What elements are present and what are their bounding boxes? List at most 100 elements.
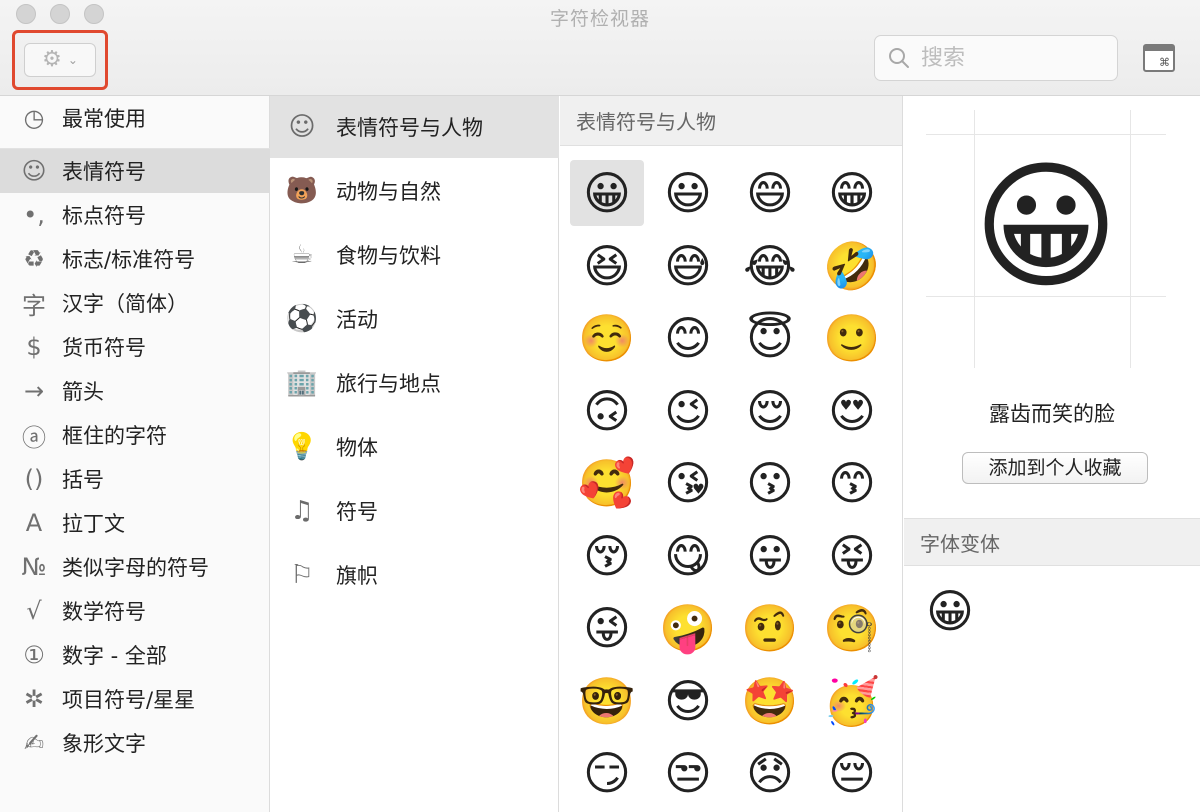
character-viewer-window: 字符检视器 ⚙ ⌄ ⌘ ◷ 最常使用 ☺ 表情符号 (0, 0, 1200, 812)
emoji-grid-pane: 表情符号与人物 😀 😃 😄 😁 😆 😅 😂 🤣 ☺️ 😊 😇 🙂 🙃 😉 😌 😍 🥰 😘 😗 😙 😚 😋 😛 😝 😜 🤪 🤨 🧐 🤓 😎 🤩… (560, 96, 903, 812)
emoji-cell[interactable]: ☺️ (570, 305, 644, 371)
category-flags[interactable]: ⚐ 旗帜 (270, 544, 559, 606)
sidebar-item-label: 拉丁文 (62, 512, 125, 536)
emoji-cell[interactable]: 😄 (733, 160, 807, 226)
punctuation-icon: •, (23, 201, 45, 229)
sidebar-item-pictographs[interactable]: ✍ 象形文字 (0, 721, 270, 765)
arrow-icon: → (23, 377, 45, 405)
add-to-favorites-button[interactable]: 添加到个人收藏 (962, 452, 1148, 484)
emoji-cell[interactable]: 😍 (815, 378, 889, 444)
circled-one-icon: ① (23, 641, 45, 669)
emoji-cell[interactable]: 😒 (651, 740, 725, 806)
emoji-cell[interactable]: 😇 (733, 305, 807, 371)
emoji-cell[interactable]: 😝 (815, 523, 889, 589)
emoji-cell[interactable]: 😋 (651, 523, 725, 589)
emoji-cell[interactable]: 😏 (570, 740, 644, 806)
category-symbols[interactable]: ♫ 符号 (270, 480, 559, 542)
sidebar-item-brackets[interactable]: () 括号 (0, 457, 270, 501)
emoji-cell[interactable]: 🤓 (570, 668, 644, 734)
flag-icon: ⚐ (290, 560, 314, 590)
emoji-cell[interactable]: 🧐 (815, 595, 889, 661)
category-travel-places[interactable]: 🏢 旅行与地点 (270, 352, 559, 414)
search-input[interactable] (921, 45, 1091, 71)
smiley-icon: ☺ (288, 112, 316, 142)
sidebar-item-latin[interactable]: A 拉丁文 (0, 501, 270, 545)
preview-emoji: 😀 (973, 146, 1119, 309)
emoji-cell[interactable]: 😃 (651, 160, 725, 226)
sidebar-item-bullets[interactable]: ✲ 项目符号/星星 (0, 677, 270, 721)
chevron-down-icon: ⌄ (67, 53, 78, 67)
emoji-cell[interactable]: 🥰 (570, 450, 644, 516)
emoji-cell[interactable]: 😊 (651, 305, 725, 371)
sidebar-item-label: 括号 (62, 468, 104, 492)
font-variant-item[interactable]: 😀 (926, 588, 974, 634)
emoji-cell[interactable]: 🥳 (815, 668, 889, 734)
emoji-cell[interactable]: 😔 (815, 740, 889, 806)
grid-header: 表情符号与人物 (560, 96, 902, 146)
emoji-cell[interactable]: 🤩 (733, 668, 807, 734)
sidebar-item-label: 表情符号 (62, 160, 146, 184)
building-icon: 🏢 (285, 368, 319, 398)
emoji-cell[interactable]: 😞 (733, 740, 807, 806)
sidebar-item-letterlike[interactable]: № 类似字母的符号 (0, 545, 270, 589)
asterisk-icon: ✲ (23, 685, 45, 713)
emoji-cell[interactable]: 😜 (570, 595, 644, 661)
emoji-cell[interactable]: 😎 (651, 668, 725, 734)
latin-a-icon: A (25, 509, 43, 537)
category-activity[interactable]: ⚽ 活动 (270, 288, 559, 350)
soccer-ball-icon: ⚽ (285, 304, 319, 334)
category-label: 动物与自然 (336, 180, 441, 204)
category-smileys-people[interactable]: ☺ 表情符号与人物 (270, 96, 559, 158)
search-icon (889, 48, 909, 68)
sidebar-item-currency[interactable]: $ 货币符号 (0, 325, 270, 369)
sidebar-item-digits[interactable]: ① 数字 - 全部 (0, 633, 270, 677)
emoji-cell[interactable]: 😂 (733, 233, 807, 299)
numero-icon: № (21, 553, 47, 581)
toggle-view-button[interactable]: ⌘ (1143, 44, 1175, 72)
sidebar-item-signs[interactable]: ♻ 标志/标准符号 (0, 237, 270, 281)
smiley-icon: ☺ (21, 157, 47, 185)
category-list: ☺ 表情符号与人物 🐻 动物与自然 ☕ 食物与饮料 ⚽ 活动 🏢 旅行与地点 💡… (270, 96, 559, 812)
emoji-cell[interactable]: 🤣 (815, 233, 889, 299)
emoji-cell[interactable]: 😁 (815, 160, 889, 226)
sidebar-item-enclosed[interactable]: ⓐ 框住的字符 (0, 413, 270, 457)
keyboard-viewer-icon: ⌘ (1159, 56, 1170, 69)
category-label: 旗帜 (336, 564, 378, 588)
sidebar-item-emoji[interactable]: ☺ 表情符号 (0, 149, 270, 193)
sidebar-item-label: 标志/标准符号 (62, 248, 196, 272)
emoji-cell[interactable]: 😙 (815, 450, 889, 516)
emoji-cell[interactable]: 😌 (733, 378, 807, 444)
sidebar-item-label: 最常使用 (62, 107, 146, 131)
category-label: 物体 (336, 436, 378, 460)
emoji-cell[interactable]: 🙃 (570, 378, 644, 444)
emoji-cell[interactable]: 😘 (651, 450, 725, 516)
emoji-cell[interactable]: 😚 (570, 523, 644, 589)
search-field[interactable] (874, 35, 1118, 81)
sidebar-item-label: 货币符号 (62, 336, 146, 360)
emoji-cell[interactable]: 🤨 (733, 595, 807, 661)
emoji-cell[interactable]: 😆 (570, 233, 644, 299)
category-food-drink[interactable]: ☕ 食物与饮料 (270, 224, 559, 286)
bear-icon: 🐻 (285, 176, 319, 206)
emoji-cell[interactable]: 🙂 (815, 305, 889, 371)
emoji-cell[interactable]: 😉 (651, 378, 725, 444)
font-variants-header: 字体变体 (904, 518, 1200, 566)
sidebar-item-chinese[interactable]: 字 汉字（简体） (0, 281, 270, 325)
category-objects[interactable]: 💡 物体 (270, 416, 559, 478)
emoji-cell[interactable]: 😗 (733, 450, 807, 516)
emoji-cell[interactable]: 😀 (570, 160, 644, 226)
sidebar-item-arrows[interactable]: → 箭头 (0, 369, 270, 413)
circled-a-icon: ⓐ (22, 423, 46, 452)
sidebar-item-math[interactable]: √ 数学符号 (0, 589, 270, 633)
emoji-cell[interactable]: 🤪 (651, 595, 725, 661)
sidebar-item-frequently-used[interactable]: ◷ 最常使用 (0, 96, 270, 140)
emoji-cell[interactable]: 😅 (651, 233, 725, 299)
sidebar-item-punctuation[interactable]: •, 标点符号 (0, 193, 270, 237)
action-menu-button[interactable]: ⚙ ⌄ (24, 43, 96, 77)
category-animals-nature[interactable]: 🐻 动物与自然 (270, 160, 559, 222)
clock-icon: ◷ (23, 104, 45, 132)
dollar-icon: $ (26, 333, 42, 361)
emoji-cell[interactable]: 😛 (733, 523, 807, 589)
category-label: 符号 (336, 500, 378, 524)
category-label: 表情符号与人物 (336, 116, 483, 140)
